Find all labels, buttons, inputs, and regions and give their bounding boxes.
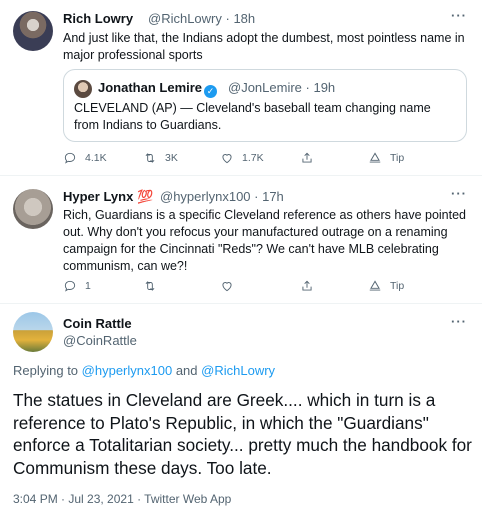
reply-count: 4.1K — [85, 152, 107, 164]
author-handle[interactable]: @CoinRattle — [63, 333, 137, 348]
like-button[interactable]: 1.7K — [220, 151, 264, 165]
reply-button[interactable]: 1 — [63, 279, 91, 293]
quote-handle: @JonLemire — [228, 80, 302, 95]
more-options-icon[interactable]: ··· — [451, 8, 467, 23]
tweet-timestamp[interactable]: 3:04 PM · Jul 23, 2021 · Twitter Web App — [13, 492, 231, 506]
author-name[interactable]: Rich Lowry — [63, 11, 133, 26]
tip-label: Tip — [390, 280, 405, 292]
verified-badge-icon: ✓ — [204, 85, 218, 98]
share-button[interactable] — [300, 279, 314, 293]
avatar-jonathan-lemire — [74, 80, 92, 98]
reply-icon — [64, 152, 76, 164]
author-handle[interactable]: @hyperlynx100 — [160, 189, 251, 204]
divider — [0, 303, 482, 304]
tweet-time[interactable]: 17h — [262, 189, 284, 204]
replying-to-label: Replying to — [13, 363, 79, 378]
tweet-text: And just like that, the Indians adopt th… — [63, 31, 465, 62]
reply-button[interactable]: 4.1K — [63, 151, 107, 165]
author-handle-time[interactable]: @RichLowry · 18h — [148, 11, 255, 26]
quote-author-name-text: Jonathan Lemire — [98, 80, 203, 95]
quote-time: 19h — [313, 80, 336, 95]
retweet-button[interactable] — [143, 279, 157, 293]
retweet-icon — [145, 153, 155, 163]
share-icon — [302, 152, 312, 163]
author-name[interactable]: Hyper Lynx 💯 — [63, 189, 153, 205]
retweet-button[interactable]: 3K — [143, 151, 178, 165]
quoted-tweet[interactable]: Jonathan Lemire ✓ @JonLemire · 19h CLEVEL… — [63, 69, 467, 142]
author-name[interactable]: Coin Rattle — [63, 316, 132, 331]
reply-icon — [64, 280, 76, 292]
tip-button[interactable]: Tip — [368, 151, 404, 165]
reply-mention-link[interactable]: @hyperlynx100 — [82, 363, 173, 378]
reply-count: 1 — [85, 280, 91, 292]
tweet-actions: 1 Tip — [63, 279, 473, 297]
avatar-rich-lowry[interactable] — [13, 11, 53, 51]
tip-label: Tip — [390, 152, 405, 164]
author-handle[interactable]: @RichLowry — [148, 11, 222, 26]
tip-button[interactable]: Tip — [368, 279, 404, 293]
tip-icon — [369, 152, 381, 163]
tweet-text: Rich, Guardians is a specific Cleveland … — [63, 208, 466, 273]
avatar-coin-rattle[interactable] — [13, 312, 53, 352]
like-button[interactable] — [220, 279, 234, 293]
tweet-time[interactable]: 18h — [233, 11, 255, 26]
like-count: 1.7K — [242, 152, 264, 164]
retweet-count: 3K — [165, 152, 178, 164]
heart-icon — [222, 282, 232, 292]
retweet-icon — [145, 281, 155, 291]
replying-and: and — [175, 363, 198, 378]
divider — [0, 175, 482, 176]
quote-text: CLEVELAND (AP) — Cleveland's baseball te… — [74, 101, 431, 132]
tweet-text: The statues in Cleveland are Greek.... w… — [13, 390, 472, 478]
author-handle-time[interactable]: @hyperlynx100 · 17h — [160, 189, 284, 204]
more-options-icon[interactable]: ··· — [451, 314, 467, 329]
replying-to: Replying to @hyperlynx100 and @RichLowry — [13, 363, 275, 378]
quote-author-name: Jonathan Lemire ✓ — [98, 80, 218, 98]
share-button[interactable] — [300, 151, 314, 165]
avatar-hyper-lynx[interactable] — [13, 189, 53, 229]
author-name-text[interactable]: Hyper Lynx — [63, 189, 133, 204]
quote-author-handle: @JonLemire · 19h — [228, 80, 336, 95]
share-icon — [302, 280, 312, 291]
tip-icon — [369, 280, 381, 291]
tweet-actions: 4.1K 3K 1.7K Tip — [63, 151, 473, 169]
reply-mention-link[interactable]: @RichLowry — [201, 363, 275, 378]
heart-icon — [222, 154, 232, 164]
more-options-icon[interactable]: ··· — [451, 186, 467, 201]
hundred-emoji-icon: 💯 — [136, 189, 154, 204]
